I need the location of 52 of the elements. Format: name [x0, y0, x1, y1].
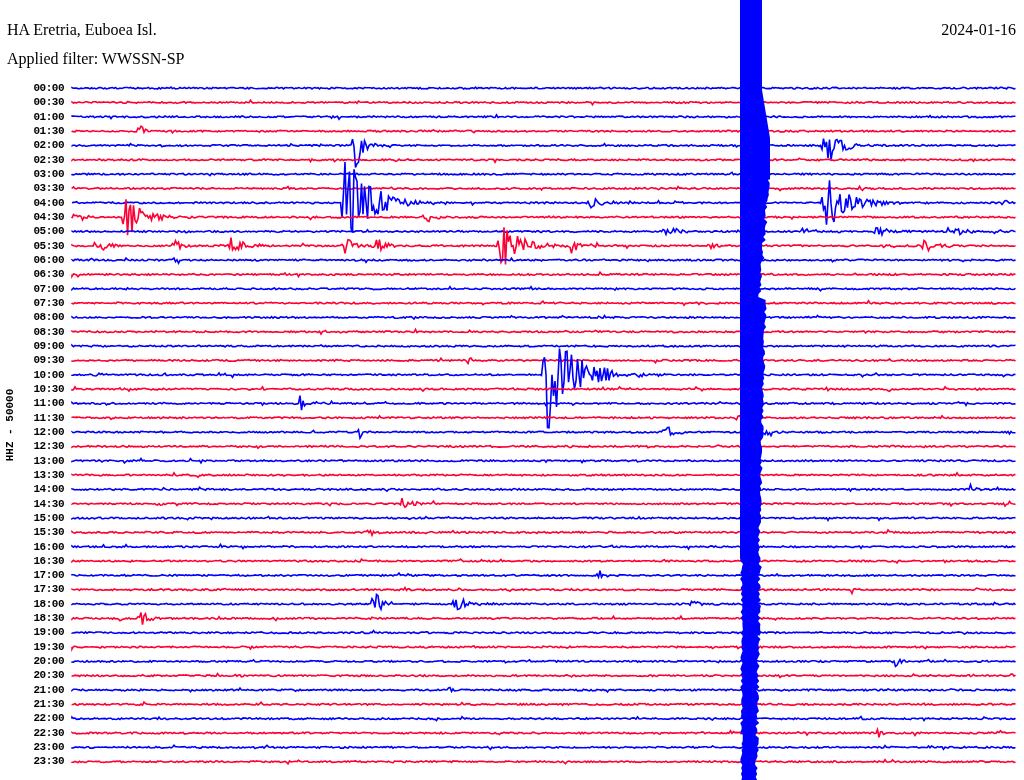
time-label: 07:00 — [33, 281, 64, 296]
time-label: 09:00 — [33, 338, 64, 354]
time-label: 02:00 — [33, 138, 64, 153]
time-label: 06:30 — [33, 267, 64, 282]
time-label: 06:00 — [33, 252, 64, 268]
time-label: 04:30 — [33, 209, 64, 225]
time-label: 19:30 — [33, 639, 64, 655]
time-label: 03:30 — [33, 181, 64, 196]
time-label: 00:30 — [33, 95, 64, 110]
time-label: 05:30 — [33, 238, 64, 253]
time-label: 15:30 — [33, 525, 64, 540]
time-label: 05:00 — [33, 224, 64, 239]
filter-label: Applied filter: WWSSN-SP — [6, 49, 186, 69]
time-label: 12:30 — [33, 439, 64, 454]
channel-label: HHZ - 50000 — [4, 388, 16, 462]
time-label: 14:30 — [33, 496, 64, 511]
time-label: 09:30 — [33, 353, 64, 368]
time-label: 04:00 — [33, 195, 64, 210]
time-label: 18:30 — [33, 611, 64, 626]
time-label: 16:00 — [33, 539, 64, 554]
station-title: HA Eretria, Euboea Isl. — [7, 20, 157, 40]
time-label: 08:30 — [33, 324, 64, 339]
time-label: 08:00 — [33, 310, 64, 325]
time-label: 01:30 — [33, 124, 64, 139]
time-label: 07:30 — [33, 295, 64, 311]
time-label: 19:00 — [33, 625, 64, 640]
time-label: 02:30 — [33, 152, 64, 167]
time-label: 23:00 — [33, 740, 64, 755]
time-label: 15:00 — [33, 510, 64, 526]
time-label: 21:30 — [33, 697, 64, 712]
time-label: 11:00 — [33, 396, 64, 411]
time-label: 17:30 — [33, 582, 64, 597]
time-label: 20:30 — [33, 668, 64, 683]
time-label: 23:30 — [33, 754, 64, 769]
time-label: 17:00 — [33, 568, 64, 583]
time-label: 03:00 — [33, 166, 64, 182]
time-label: 20:00 — [33, 654, 64, 669]
time-label: 13:00 — [33, 453, 64, 468]
time-label: 22:00 — [33, 711, 64, 726]
time-label: 10:00 — [33, 367, 64, 382]
time-label: 16:30 — [33, 553, 64, 569]
time-label: 21:00 — [33, 682, 64, 698]
time-label: 10:30 — [33, 381, 64, 397]
time-label: 00:00 — [33, 81, 64, 96]
time-label: 12:00 — [33, 424, 64, 440]
time-label: 11:30 — [33, 410, 64, 425]
time-label: 22:30 — [33, 725, 64, 741]
time-label: 18:00 — [33, 596, 64, 612]
date-label: 2024-01-16 — [941, 20, 1016, 40]
time-label: 14:00 — [33, 482, 64, 497]
time-label: 01:00 — [33, 109, 64, 124]
time-label: 13:30 — [33, 467, 64, 483]
